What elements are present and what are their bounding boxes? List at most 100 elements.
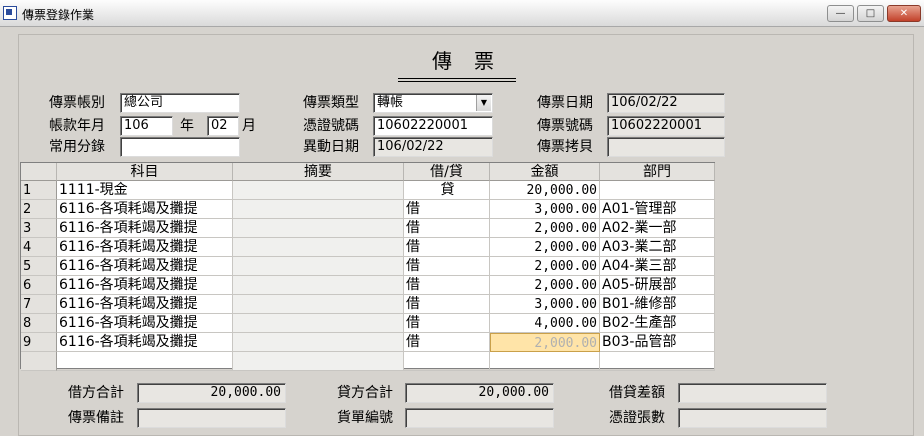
column-header-debit-credit[interactable]: 借/貸 <box>404 163 490 181</box>
row-number-cell <box>21 352 57 371</box>
debit-credit-cell[interactable] <box>404 352 490 371</box>
debit-credit-cell[interactable]: 借 <box>404 200 490 219</box>
amount-cell[interactable]: 2,000.00 <box>490 238 600 257</box>
app-icon <box>3 6 17 20</box>
voucher-copy-field[interactable] <box>607 137 725 157</box>
chevron-down-icon[interactable]: ▼ <box>476 95 491 111</box>
department-cell[interactable]: B02-生產部 <box>600 314 715 333</box>
month-field[interactable]: 02 <box>207 116 239 136</box>
table-row[interactable]: 5 6116-各項耗竭及攤提 借 2,000.00 A04-業三部 <box>21 257 715 276</box>
remark-field[interactable] <box>137 408 286 428</box>
title-underline <box>398 78 516 79</box>
maximize-button[interactable]: □ <box>857 5 884 22</box>
bill-number-field[interactable] <box>405 408 554 428</box>
department-cell[interactable] <box>600 181 715 200</box>
debit-credit-cell[interactable]: 借 <box>404 333 490 352</box>
voucher-no-field[interactable]: 10602220001 <box>373 116 493 136</box>
amount-cell[interactable]: 20,000.00 <box>490 181 600 200</box>
amount-cell[interactable]: 4,000.00 <box>490 314 600 333</box>
department-cell[interactable]: A05-研展部 <box>600 276 715 295</box>
subject-cell[interactable]: 6116-各項耗竭及攤提 <box>57 314 233 333</box>
credit-total-label: 貸方合計 <box>337 385 393 401</box>
column-header-amount[interactable]: 金額 <box>490 163 600 181</box>
amount-cell[interactable]: 2,000.00 <box>490 219 600 238</box>
subject-cell[interactable]: 6116-各項耗竭及攤提 <box>57 295 233 314</box>
account-field[interactable]: 總公司 <box>120 93 240 113</box>
department-cell[interactable]: A02-業一部 <box>600 219 715 238</box>
department-cell[interactable]: A01-管理部 <box>600 200 715 219</box>
voucher-count-label: 憑證張數 <box>609 410 665 426</box>
debit-total-label: 借方合計 <box>68 385 124 401</box>
amount-cell[interactable]: 2,000.00 <box>490 276 600 295</box>
voucher-no-label: 憑證號碼 <box>303 118 359 134</box>
department-cell[interactable]: B01-維修部 <box>600 295 715 314</box>
subject-cell[interactable]: 6116-各項耗竭及攤提 <box>57 333 233 352</box>
amount-cell[interactable] <box>490 352 600 371</box>
debit-credit-cell[interactable]: 借 <box>404 257 490 276</box>
minimize-button[interactable]: — <box>827 5 854 22</box>
department-cell[interactable] <box>600 352 715 371</box>
debit-credit-cell[interactable]: 借 <box>404 276 490 295</box>
change-date-field: 106/02/22 <box>373 137 493 157</box>
voucher-date-label: 傳票日期 <box>537 95 593 111</box>
close-button[interactable]: ✕ <box>887 5 921 22</box>
change-date-label: 異動日期 <box>303 139 359 155</box>
row-number-cell: 7 <box>21 295 57 314</box>
memo-cell[interactable] <box>233 238 404 257</box>
memo-cell[interactable] <box>233 200 404 219</box>
column-header-subject[interactable]: 科目 <box>57 163 233 181</box>
debit-credit-cell[interactable]: 貸 <box>404 181 490 200</box>
subject-cell[interactable]: 6116-各項耗竭及攤提 <box>57 276 233 295</box>
table-row[interactable]: 7 6116-各項耗竭及攤提 借 3,000.00 B01-維修部 <box>21 295 715 314</box>
amount-cell[interactable]: 3,000.00 <box>490 295 600 314</box>
memo-cell[interactable] <box>233 257 404 276</box>
subject-cell[interactable]: 6116-各項耗竭及攤提 <box>57 200 233 219</box>
voucher-count-field[interactable] <box>678 408 827 428</box>
window-title: 傳票登錄作業 <box>22 8 95 22</box>
debit-credit-cell[interactable]: 借 <box>404 238 490 257</box>
voucher-date-field[interactable]: 106/02/22 <box>607 93 725 113</box>
memo-cell[interactable] <box>233 314 404 333</box>
amount-cell[interactable]: 2,000.00 <box>490 257 600 276</box>
debit-credit-cell[interactable]: 借 <box>404 314 490 333</box>
voucher-number-field[interactable]: 10602220001 <box>607 116 725 136</box>
department-cell[interactable]: A04-業三部 <box>600 257 715 276</box>
year-field[interactable]: 106 <box>120 116 173 136</box>
title-underline <box>398 81 516 82</box>
difference-label: 借貸差額 <box>609 385 665 401</box>
memo-cell[interactable] <box>233 181 404 200</box>
month-unit-label: 月 <box>242 118 256 134</box>
memo-cell[interactable] <box>233 352 404 371</box>
subject-cell[interactable]: 6116-各項耗竭及攤提 <box>57 238 233 257</box>
column-header-department[interactable]: 部門 <box>600 163 715 181</box>
table-header: 科目 摘要 借/貸 金額 部門 <box>21 163 715 181</box>
voucher-type-select[interactable]: 轉帳 ▼ <box>373 93 493 113</box>
memo-cell[interactable] <box>233 295 404 314</box>
table-row[interactable]: 4 6116-各項耗竭及攤提 借 2,000.00 A03-業二部 <box>21 238 715 257</box>
row-number-header <box>21 163 57 181</box>
subject-cell[interactable]: 6116-各項耗竭及攤提 <box>57 219 233 238</box>
table-row[interactable]: 8 6116-各項耗竭及攤提 借 4,000.00 B02-生產部 <box>21 314 715 333</box>
table-row[interactable]: 9 6116-各項耗竭及攤提 借 2,000.00 B03-品管部 <box>21 333 715 352</box>
column-header-memo[interactable]: 摘要 <box>233 163 404 181</box>
table-row[interactable]: 1 1111-現金 貸 20,000.00 <box>21 181 715 200</box>
common-entry-field[interactable] <box>120 137 240 157</box>
memo-cell[interactable] <box>233 219 404 238</box>
memo-cell[interactable] <box>233 333 404 352</box>
row-number-cell: 4 <box>21 238 57 257</box>
table-row[interactable]: 6 6116-各項耗竭及攤提 借 2,000.00 A05-研展部 <box>21 276 715 295</box>
department-cell[interactable]: B03-品管部 <box>600 333 715 352</box>
debit-credit-cell[interactable]: 借 <box>404 295 490 314</box>
table-row[interactable]: 2 6116-各項耗竭及攤提 借 3,000.00 A01-管理部 <box>21 200 715 219</box>
memo-cell[interactable] <box>233 276 404 295</box>
table-row[interactable] <box>21 352 715 371</box>
row-number-cell: 3 <box>21 219 57 238</box>
subject-cell[interactable]: 6116-各項耗竭及攤提 <box>57 257 233 276</box>
subject-cell[interactable] <box>57 352 233 371</box>
table-row[interactable]: 3 6116-各項耗竭及攤提 借 2,000.00 A02-業一部 <box>21 219 715 238</box>
amount-cell[interactable]: 3,000.00 <box>490 200 600 219</box>
subject-cell[interactable]: 1111-現金 <box>57 181 233 200</box>
amount-cell[interactable]: 2,000.00 <box>490 333 600 352</box>
debit-credit-cell[interactable]: 借 <box>404 219 490 238</box>
department-cell[interactable]: A03-業二部 <box>600 238 715 257</box>
